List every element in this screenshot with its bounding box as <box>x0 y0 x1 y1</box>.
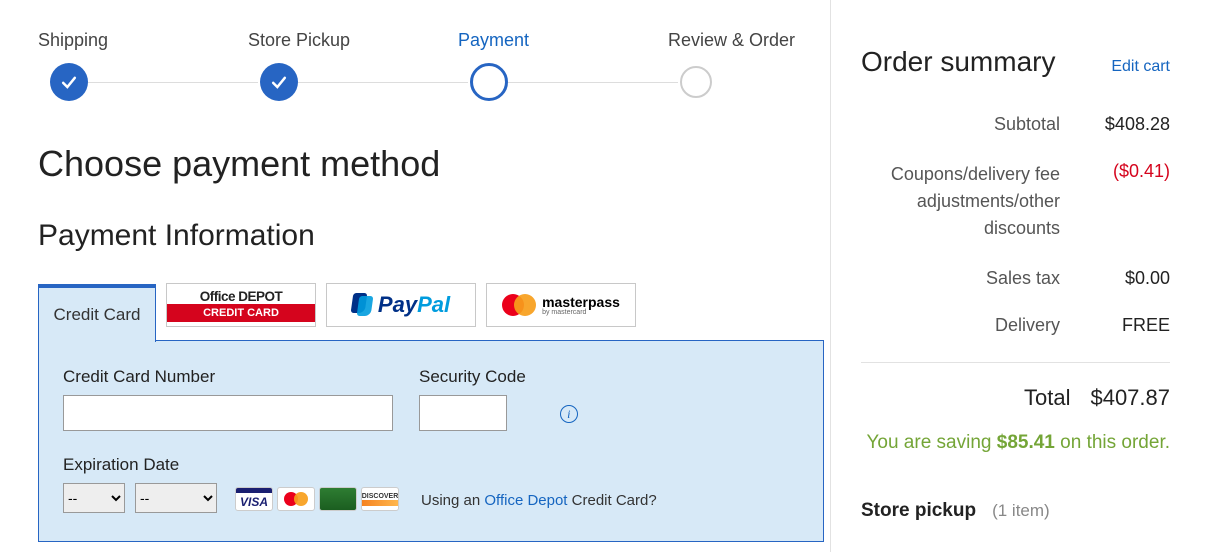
stepper-connector <box>298 82 468 83</box>
step-label: Store Pickup <box>248 30 350 51</box>
paypal-icon: PayPal <box>352 292 450 318</box>
line-delivery: Delivery FREE <box>861 315 1170 336</box>
edit-cart-link[interactable]: Edit cart <box>1111 58 1170 76</box>
section-title: Payment Information <box>38 219 830 253</box>
line-subtotal: Subtotal $408.28 <box>861 114 1170 135</box>
step-payment: Payment <box>458 30 668 101</box>
field-cc-number: Credit Card Number <box>63 367 393 431</box>
step-label: Payment <box>458 30 529 51</box>
office-depot-link[interactable]: Office Depot <box>484 492 567 509</box>
stepper-connector <box>508 82 678 83</box>
tab-masterpass[interactable]: masterpass by mastercard <box>486 283 636 327</box>
step-review: Review & Order <box>668 30 808 98</box>
od-logo-text: Office DEPOT <box>200 289 283 304</box>
accepted-cards: VISA DISCOVER <box>235 487 399 511</box>
credit-card-panel: Credit Card Number Security Code i Expir… <box>38 340 824 542</box>
office-depot-card-icon <box>319 487 357 511</box>
line-tax: Sales tax $0.00 <box>861 268 1170 289</box>
checkout-stepper: Shipping Store Pickup Payment Review & O <box>38 30 830 101</box>
od-credit-label: CREDIT CARD <box>167 304 315 322</box>
cc-number-input[interactable] <box>63 395 393 431</box>
line-coupons: Coupons/delivery fee adjustments/other d… <box>861 161 1170 242</box>
security-code-input[interactable] <box>419 395 507 431</box>
stepper-connector <box>88 82 258 83</box>
cc-number-label: Credit Card Number <box>63 367 393 387</box>
info-icon[interactable]: i <box>560 405 578 423</box>
check-icon <box>50 63 88 101</box>
step-label: Shipping <box>38 30 108 51</box>
field-expiration: Expiration Date -- -- <box>63 455 217 513</box>
step-shipping: Shipping <box>38 30 248 101</box>
security-code-label: Security Code <box>419 367 526 387</box>
using-od-prompt: Using an Office Depot Credit Card? <box>421 492 657 509</box>
tab-credit-card[interactable]: Credit Card <box>38 284 156 342</box>
masterpass-icon: masterpass by mastercard <box>502 294 620 316</box>
current-step-icon <box>470 63 508 101</box>
divider <box>861 362 1170 363</box>
tab-office-depot-card[interactable]: Office DEPOT CREDIT CARD <box>166 283 316 327</box>
payment-tabs: Credit Card Office DEPOT CREDIT CARD Pay… <box>38 283 830 341</box>
office-depot-card-icon: Office DEPOT CREDIT CARD <box>167 284 315 326</box>
line-total: Total $407.87 <box>861 385 1170 411</box>
page-title: Choose payment method <box>38 143 830 185</box>
field-security-code: Security Code <box>419 367 526 431</box>
tab-label: Credit Card <box>54 305 141 325</box>
savings-message: You are saving $85.41 on this order. <box>861 429 1170 458</box>
order-summary: Order summary Edit cart Subtotal $408.28… <box>830 0 1200 552</box>
tab-paypal[interactable]: PayPal <box>326 283 476 327</box>
exp-month-select[interactable]: -- <box>63 483 125 513</box>
mastercard-icon <box>277 487 315 511</box>
step-label: Review & Order <box>668 30 795 51</box>
visa-icon: VISA <box>235 487 273 511</box>
store-pickup-heading: Store pickup (1 item) <box>861 500 1170 522</box>
expiration-label: Expiration Date <box>63 455 217 475</box>
check-icon <box>260 63 298 101</box>
exp-year-select[interactable]: -- <box>135 483 217 513</box>
discover-icon: DISCOVER <box>361 487 399 511</box>
order-summary-title: Order summary <box>861 46 1055 78</box>
step-store-pickup: Store Pickup <box>248 30 458 101</box>
pending-step-icon <box>680 66 712 98</box>
